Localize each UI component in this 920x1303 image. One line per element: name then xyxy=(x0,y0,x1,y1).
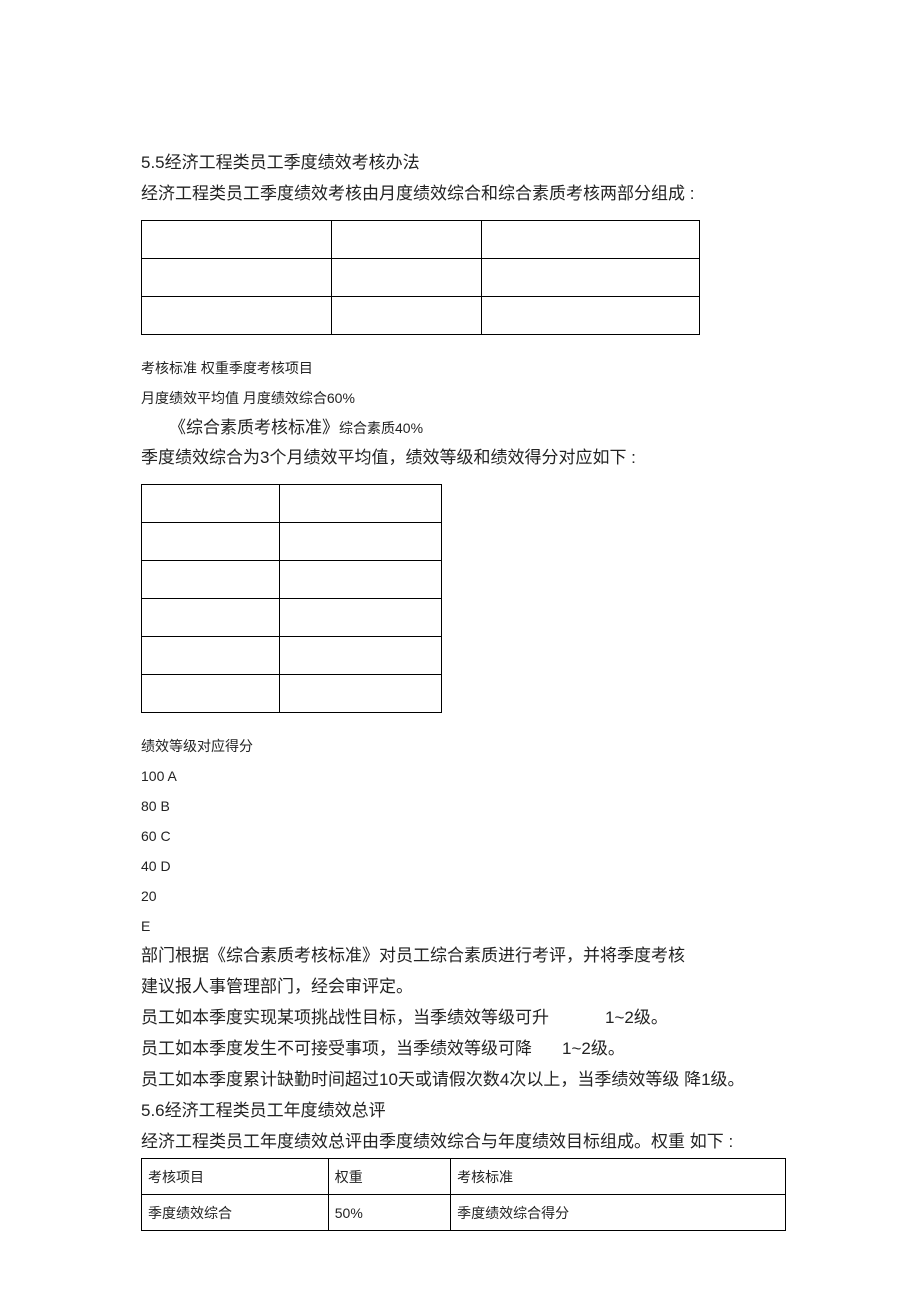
note-line-3a: 《综合素质考核标准》 xyxy=(169,418,339,437)
annual-r1c1: 季度绩效综合 xyxy=(142,1195,329,1231)
cell xyxy=(142,675,280,713)
grade-line-1: 100 A xyxy=(141,761,785,791)
table-row xyxy=(142,221,700,259)
body-p4a: 员工如本季度发生不可接受事项，当季绩效等级可降 xyxy=(141,1039,532,1058)
cell xyxy=(280,485,442,523)
grade-line-3: 60 C xyxy=(141,821,785,851)
empty-table-1 xyxy=(141,220,700,335)
cell xyxy=(482,297,700,335)
note-line-3: 《综合素质考核标准》综合素质40% xyxy=(141,413,785,443)
cell xyxy=(142,561,280,599)
annual-h2: 权重 xyxy=(328,1159,450,1195)
grade-line-6: E xyxy=(141,911,785,941)
body-p3a: 员工如本季度实现某项挑战性目标，当季绩效等级可升 xyxy=(141,1008,549,1027)
table-row xyxy=(142,561,442,599)
cell xyxy=(142,523,280,561)
table-row xyxy=(142,259,700,297)
annual-h3: 考核标准 xyxy=(451,1159,786,1195)
grade-line-4: 40 D xyxy=(141,851,785,881)
body-paragraph-3: 员工如本季度实现某项挑战性目标，当季绩效等级可升 1~2级。 xyxy=(141,1003,785,1032)
grade-line-5: 20 xyxy=(141,881,785,911)
cell xyxy=(280,523,442,561)
table-row xyxy=(142,675,442,713)
note-line-3b: 综合素质40% xyxy=(339,420,423,436)
annual-table: 考核项目 权重 考核标准 季度绩效综合 50% 季度绩效综合得分 xyxy=(141,1158,786,1231)
cell xyxy=(280,675,442,713)
cell xyxy=(142,485,280,523)
cell xyxy=(142,297,332,335)
body-paragraph-1: 部门根据《综合素质考核标准》对员工综合素质进行考评，并将季度考核 xyxy=(141,941,785,970)
section-5-6-intro: 经济工程类员工年度绩效总评由季度绩效综合与年度绩效目标组成。权重 如下 : xyxy=(141,1127,785,1156)
table-row xyxy=(142,485,442,523)
cell xyxy=(280,637,442,675)
annual-r1c3: 季度绩效综合得分 xyxy=(451,1195,786,1231)
cell xyxy=(331,297,482,335)
table-row xyxy=(142,637,442,675)
cell xyxy=(142,221,332,259)
table-row: 考核项目 权重 考核标准 xyxy=(142,1159,786,1195)
section-5-5-heading: 5.5经济工程类员工季度绩效考核办法 xyxy=(141,148,785,177)
note-line-1: 考核标准 权重季度考核项目 xyxy=(141,353,785,383)
annual-r1c2: 50% xyxy=(328,1195,450,1231)
table-row xyxy=(142,599,442,637)
cell xyxy=(142,259,332,297)
cell xyxy=(331,259,482,297)
cell xyxy=(331,221,482,259)
section-5-6-heading: 5.6经济工程类员工年度绩效总评 xyxy=(141,1096,785,1125)
body-p3b: 1~2级。 xyxy=(605,1008,668,1027)
table-row: 季度绩效综合 50% 季度绩效综合得分 xyxy=(142,1195,786,1231)
body-paragraph-2: 建议报人事管理部门，经会审评定。 xyxy=(141,972,785,1001)
empty-table-2 xyxy=(141,484,442,713)
grade-line-2: 80 B xyxy=(141,791,785,821)
body-paragraph-4: 员工如本季度发生不可接受事项，当季绩效等级可降 1~2级。 xyxy=(141,1034,785,1063)
cell xyxy=(280,599,442,637)
cell xyxy=(280,561,442,599)
table-row xyxy=(142,523,442,561)
cell xyxy=(142,599,280,637)
body-paragraph-5: 员工如本季度累计缺勤时间超过10天或请假次数4次以上，当季绩效等级 降1级。 xyxy=(141,1065,785,1094)
body-p4b: 1~2级。 xyxy=(562,1039,625,1058)
cell xyxy=(482,221,700,259)
table-row xyxy=(142,297,700,335)
annual-h1: 考核项目 xyxy=(142,1159,329,1195)
grade-intro: 季度绩效综合为3个月绩效平均值，绩效等级和绩效得分对应如下 : xyxy=(141,443,785,472)
cell xyxy=(482,259,700,297)
cell xyxy=(142,637,280,675)
grade-title: 绩效等级对应得分 xyxy=(141,731,785,761)
section-5-5-intro: 经济工程类员工季度绩效考核由月度绩效综合和综合素质考核两部分组成 : xyxy=(141,179,785,208)
note-line-2: 月度绩效平均值 月度绩效综合60% xyxy=(141,383,785,413)
